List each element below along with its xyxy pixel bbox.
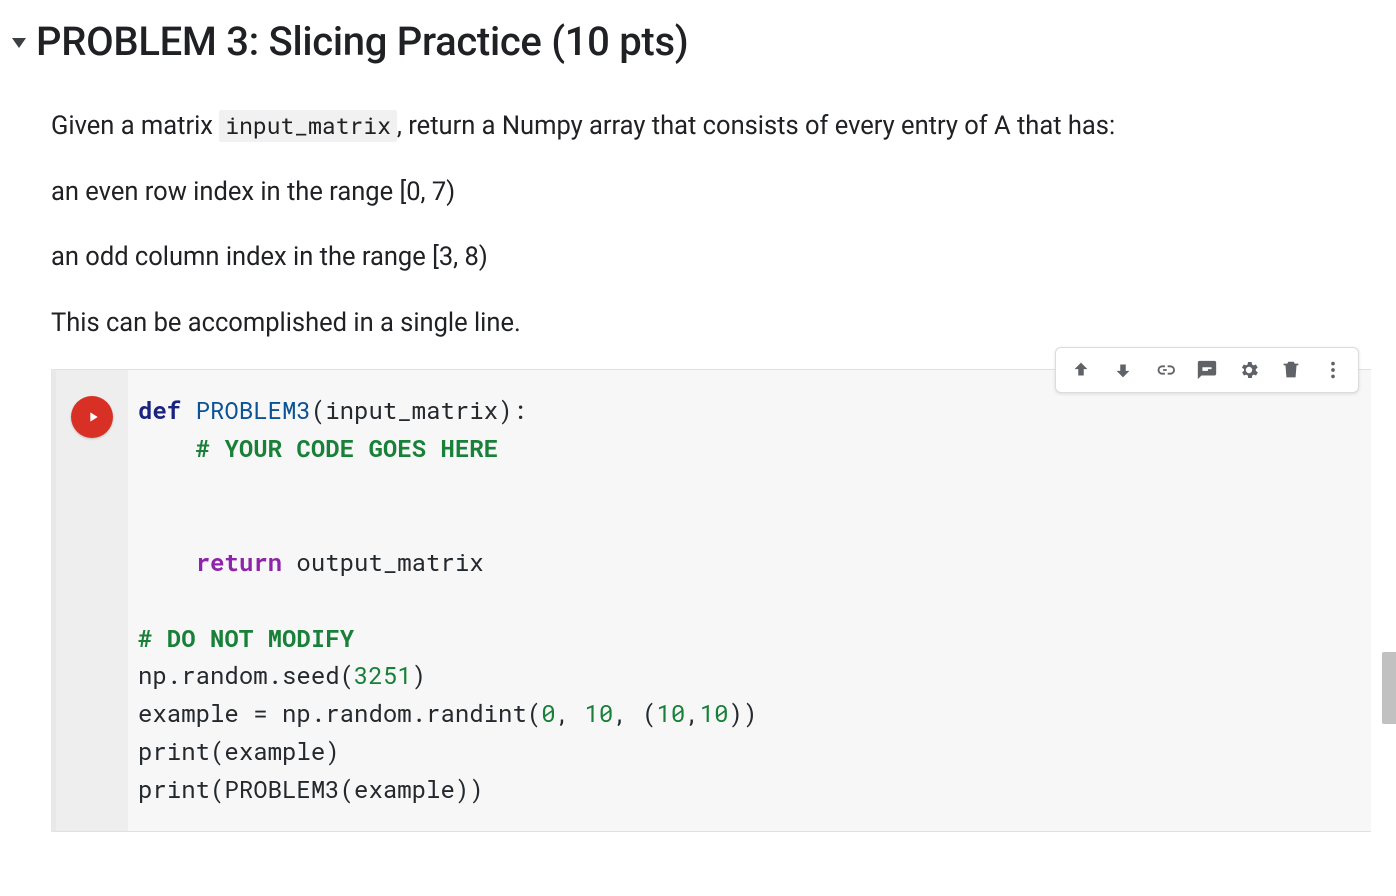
code-token: ) [412, 659, 426, 691]
comment-button[interactable] [1186, 350, 1228, 390]
scrollbar-thumb[interactable] [1382, 652, 1396, 724]
prose-p2: an even row index in the range [0, 7) [51, 173, 1311, 213]
prose-p3: an odd column index in the range [3, 8) [51, 238, 1311, 278]
prose-p4: This can be accomplished in a single lin… [51, 304, 1311, 344]
code-token: , ( [613, 697, 656, 729]
arrow-down-icon [1112, 359, 1134, 381]
code-cell: def PROBLEM3(input_matrix): # YOUR CODE … [51, 369, 1371, 832]
code-token [138, 432, 196, 464]
run-cell-button[interactable] [71, 396, 113, 438]
move-cell-down-button[interactable] [1102, 350, 1144, 390]
cell-toolbar [1055, 347, 1359, 393]
trash-icon [1280, 359, 1302, 381]
code-editor[interactable]: def PROBLEM3(input_matrix): # YOUR CODE … [128, 370, 1371, 831]
markdown-prose: Given a matrix input_matrix, return a Nu… [51, 107, 1311, 343]
code-token: , [685, 697, 699, 729]
kebab-icon [1322, 359, 1344, 381]
code-token: 0 [541, 697, 555, 729]
link-cell-button[interactable] [1144, 350, 1186, 390]
code-token: 3251 [354, 659, 412, 691]
prose-p1-text-b: , return a Numpy array that consists of … [397, 111, 1115, 141]
code-token [138, 546, 196, 578]
code-token: def [138, 394, 181, 426]
code-token: 10 [584, 697, 613, 729]
code-token: output_matrix [282, 546, 484, 578]
code-token: PROBLEM3 [181, 394, 311, 426]
delete-cell-button[interactable] [1270, 350, 1312, 390]
code-token: , [556, 697, 585, 729]
play-icon [85, 409, 101, 425]
move-cell-up-button[interactable] [1060, 350, 1102, 390]
gear-icon [1238, 359, 1260, 381]
code-token: (input_matrix): [311, 394, 527, 426]
collapse-caret-icon[interactable] [12, 38, 26, 48]
inline-code-input-matrix: input_matrix [219, 110, 397, 142]
prose-p1: Given a matrix input_matrix, return a Nu… [51, 107, 1311, 147]
more-actions-button[interactable] [1312, 350, 1354, 390]
code-token: # YOUR CODE GOES HERE [196, 432, 498, 464]
code-token: )) [729, 697, 758, 729]
code-token: 10 [657, 697, 686, 729]
notebook-section: PROBLEM 3: Slicing Practice (10 pts) Giv… [0, 0, 1396, 832]
code-token: np.random.seed( [138, 659, 354, 691]
link-icon [1154, 359, 1176, 381]
cell-gutter [56, 370, 128, 831]
code-token: # DO NOT MODIFY [138, 622, 354, 654]
code-token: print(PROBLEM3(example)) [138, 773, 484, 805]
comment-icon [1196, 359, 1218, 381]
section-title: PROBLEM 3: Slicing Practice (10 pts) [36, 18, 688, 65]
prose-p1-text-a: Given a matrix [51, 111, 219, 141]
code-cell-wrapper: def PROBLEM3(input_matrix): # YOUR CODE … [51, 369, 1371, 832]
settings-button[interactable] [1228, 350, 1270, 390]
code-token: 10 [700, 697, 729, 729]
heading-row: PROBLEM 3: Slicing Practice (10 pts) [12, 18, 1396, 65]
code-token: return [196, 546, 282, 578]
arrow-up-icon [1070, 359, 1092, 381]
code-token: example = np.random.randint( [138, 697, 541, 729]
code-token: print(example) [138, 735, 340, 767]
